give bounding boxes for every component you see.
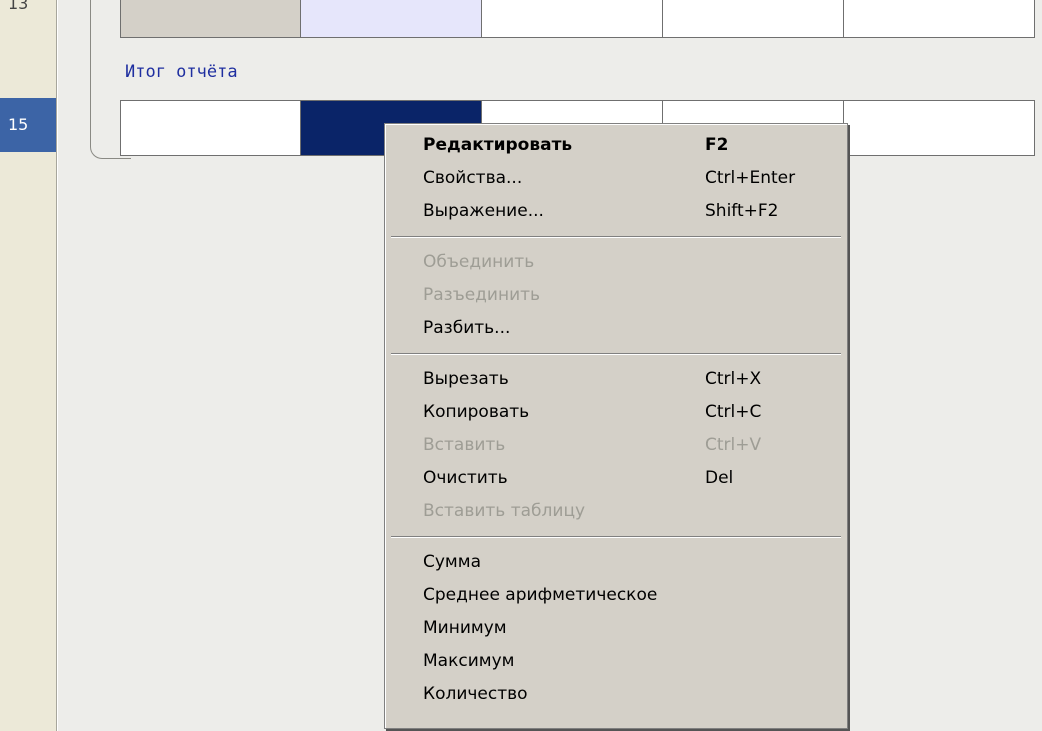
menu-item-cut[interactable]: Вырезать Ctrl+X <box>385 363 847 396</box>
menu-separator <box>391 536 841 538</box>
menu-item-label: Выражение... <box>423 201 544 221</box>
menu-item-label: Копировать <box>423 402 530 422</box>
row-number-gutter: 13 15 <box>0 0 57 731</box>
menu-item-split[interactable]: Разбить... <box>385 312 847 345</box>
menu-item-merge: Объединить <box>385 246 847 279</box>
menu-item-min[interactable]: Минимум <box>385 612 847 645</box>
menu-item-shortcut: Ctrl+V <box>705 435 762 455</box>
table-cell[interactable] <box>120 0 301 38</box>
menu-item-expression[interactable]: Выражение... Shift+F2 <box>385 195 847 228</box>
menu-item-shortcut: Ctrl+C <box>705 402 762 422</box>
menu-item-paste: Вставить Ctrl+V <box>385 429 847 462</box>
menu-item-shortcut: Ctrl+X <box>705 369 762 389</box>
menu-item-label: Количество <box>423 684 528 704</box>
menu-item-label: Разъединить <box>423 285 541 305</box>
menu-item-average[interactable]: Среднее арифметическое <box>385 579 847 612</box>
table-cell[interactable] <box>482 0 663 38</box>
band-label: Итог отчёта <box>125 62 238 82</box>
menu-item-shortcut: Del <box>705 468 734 488</box>
menu-item-sum[interactable]: Сумма <box>385 546 847 579</box>
menu-item-copy[interactable]: Копировать Ctrl+C <box>385 396 847 429</box>
table-cell[interactable] <box>301 0 482 38</box>
menu-item-label: Максимум <box>423 651 515 671</box>
menu-item-label: Свойства... <box>423 168 523 188</box>
menu-item-clear[interactable]: Очистить Del <box>385 462 847 495</box>
row-number-13[interactable]: 13 <box>0 0 56 12</box>
menu-item-insert-table: Вставить таблицу <box>385 495 847 528</box>
menu-item-label: Сумма <box>423 552 481 572</box>
menu-separator <box>391 236 841 238</box>
menu-item-shortcut: Ctrl+Enter <box>705 168 796 188</box>
table-cell[interactable] <box>120 100 301 156</box>
row-number-15-selected[interactable]: 15 <box>0 98 56 152</box>
table-row <box>120 0 1035 38</box>
menu-item-shortcut: F2 <box>705 135 729 155</box>
menu-item-count[interactable]: Количество <box>385 678 847 711</box>
menu-item-max[interactable]: Максимум <box>385 645 847 678</box>
menu-separator <box>391 353 841 355</box>
menu-item-label: Объединить <box>423 252 535 272</box>
menu-item-label: Очистить <box>423 468 508 488</box>
menu-item-label: Среднее арифметическое <box>423 585 658 605</box>
menu-item-label: Вставить <box>423 435 506 455</box>
table-cell[interactable] <box>844 0 1035 38</box>
menu-item-label: Вырезать <box>423 369 509 389</box>
menu-item-properties[interactable]: Свойства... Ctrl+Enter <box>385 162 847 195</box>
table-cell[interactable] <box>844 100 1035 156</box>
menu-item-label: Вставить таблицу <box>423 501 586 521</box>
menu-item-label: Разбить... <box>423 318 511 338</box>
context-menu: Редактировать F2 Свойства... Ctrl+Enter … <box>384 123 848 729</box>
table-cell[interactable] <box>663 0 844 38</box>
menu-item-edit[interactable]: Редактировать F2 <box>385 129 847 162</box>
menu-item-shortcut: Shift+F2 <box>705 201 779 221</box>
menu-item-label: Минимум <box>423 618 507 638</box>
menu-item-unmerge: Разъединить <box>385 279 847 312</box>
menu-item-label: Редактировать <box>423 135 573 155</box>
